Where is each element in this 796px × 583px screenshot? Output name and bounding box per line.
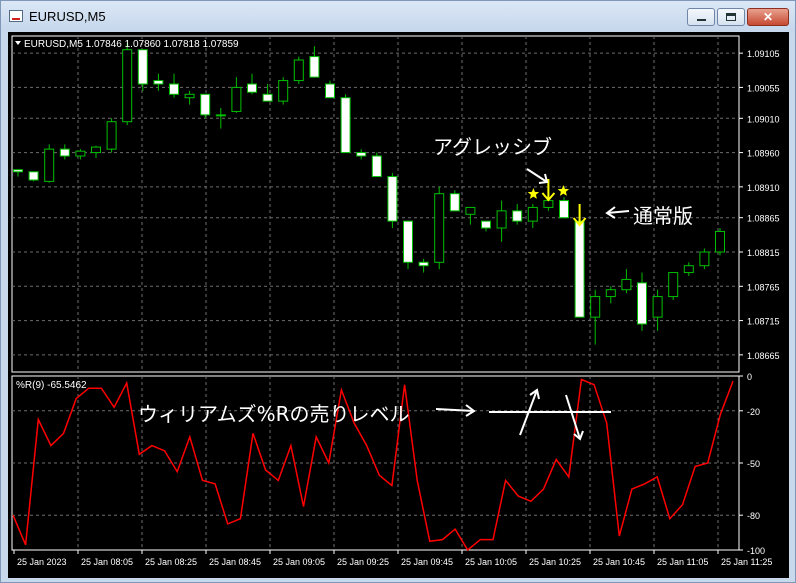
candle-body bbox=[247, 83, 257, 93]
time-tick-label: 25 Jan 08:25 bbox=[145, 557, 197, 567]
candle-body bbox=[262, 93, 273, 102]
window-title: EURUSD,M5 bbox=[29, 9, 106, 24]
price-tick-label: 1.08910 bbox=[747, 183, 780, 193]
candle-body bbox=[590, 296, 601, 318]
candle-body bbox=[169, 83, 179, 95]
candle-body bbox=[215, 114, 226, 117]
candle-body bbox=[543, 200, 554, 208]
collapse-icon bbox=[15, 41, 21, 45]
indicator-tick-label: -80 bbox=[747, 511, 760, 521]
wr-pointer bbox=[435, 408, 475, 412]
candle-body bbox=[481, 220, 491, 229]
candle-body bbox=[325, 83, 335, 99]
candle-body bbox=[621, 278, 632, 291]
candle-body bbox=[512, 210, 523, 222]
indicator-label: %R(9) -65.5462 bbox=[16, 380, 87, 391]
candle-body bbox=[652, 296, 663, 318]
price-panel-frame bbox=[11, 35, 740, 373]
candle-body bbox=[59, 148, 70, 157]
chart-area[interactable]: 1.09105 1.09055 1.09010 1.08960 1.08910 1.088… bbox=[8, 32, 789, 578]
maximize-icon bbox=[726, 13, 736, 21]
candle-body bbox=[137, 49, 148, 85]
candle-body bbox=[637, 282, 647, 325]
time-tick-label: 25 Jan 11:25 bbox=[721, 557, 772, 567]
time-tick-label: 25 Jan 10:45 bbox=[593, 557, 645, 567]
indicator-tick-label: -50 bbox=[747, 459, 760, 469]
candle-body bbox=[434, 193, 445, 263]
candle-body bbox=[75, 150, 86, 157]
indicator-tick-label: -20 bbox=[747, 407, 760, 417]
title-bar[interactable]: EURUSD,M5 ✕ bbox=[1, 1, 795, 31]
candle-body bbox=[465, 206, 476, 215]
maximize-button[interactable] bbox=[717, 8, 745, 26]
price-tick-label: 1.08960 bbox=[747, 149, 780, 159]
candle-body bbox=[418, 261, 429, 267]
candle-body bbox=[106, 121, 117, 150]
chart-icon bbox=[9, 10, 23, 22]
minimize-button[interactable] bbox=[687, 8, 715, 26]
candle-body bbox=[387, 176, 398, 222]
williams-r-level-annotation: ウィリアムズ%Rの売りレベル bbox=[138, 402, 410, 426]
price-tick-label: 1.08665 bbox=[747, 351, 780, 361]
candles-layer bbox=[13, 42, 725, 345]
price-tick-label: 1.09010 bbox=[747, 114, 780, 124]
candle-body bbox=[293, 59, 304, 82]
close-icon: ✕ bbox=[762, 10, 774, 24]
minimize-icon bbox=[697, 19, 706, 21]
price-tick-label: 1.09055 bbox=[747, 83, 780, 93]
candle-body bbox=[605, 289, 616, 298]
candle-body bbox=[699, 251, 710, 267]
candle-body bbox=[340, 97, 351, 154]
price-chart-label: EURUSD,M5 1.07846 1.07860 1.07818 1.0785… bbox=[24, 39, 239, 50]
candle-body bbox=[449, 193, 460, 212]
price-tick-label: 1.08715 bbox=[747, 317, 780, 327]
aggressive-pointer bbox=[526, 168, 548, 183]
candle-body bbox=[231, 86, 242, 112]
candle-body bbox=[356, 152, 367, 157]
time-tick-label: 25 Jan 09:45 bbox=[401, 557, 453, 567]
candle-body bbox=[683, 265, 694, 274]
candle-body bbox=[403, 220, 413, 263]
time-tick-label: 25 Jan 2023 bbox=[17, 557, 67, 567]
candle-body bbox=[527, 206, 538, 222]
grid-layer bbox=[11, 35, 740, 551]
aggressive-annotation: アグレッシブ bbox=[433, 135, 552, 159]
time-tick-label: 25 Jan 11:05 bbox=[657, 557, 708, 567]
candle-body bbox=[44, 148, 55, 182]
candle-body bbox=[309, 56, 320, 78]
indicator-tick-label: 0 bbox=[747, 372, 752, 382]
aggressive-star-left bbox=[527, 188, 540, 199]
terminal-window: EURUSD,M5 ✕ 1.09105 1.09055 1.09010 1.08960… bbox=[0, 0, 796, 583]
candle-body bbox=[574, 220, 585, 318]
candle-body bbox=[91, 146, 101, 154]
close-button[interactable]: ✕ bbox=[747, 8, 789, 26]
candle-body bbox=[559, 200, 569, 219]
candle-body bbox=[200, 93, 211, 116]
normal-annotation: 通常版 bbox=[633, 204, 693, 228]
axis-layer: 1.09105 1.09055 1.09010 1.08960 1.08910 1.088… bbox=[13, 49, 780, 567]
candle-body bbox=[28, 171, 39, 181]
candle-body bbox=[715, 230, 725, 253]
candle-body bbox=[13, 169, 23, 173]
chart-canvas[interactable]: 1.09105 1.09055 1.09010 1.08960 1.08910 1.088… bbox=[8, 32, 789, 578]
annotation-layer bbox=[15, 41, 630, 441]
price-tick-label: 1.09105 bbox=[747, 49, 780, 59]
price-tick-label: 1.08815 bbox=[747, 248, 780, 258]
candle-body bbox=[122, 49, 133, 123]
time-tick-label: 25 Jan 08:05 bbox=[81, 557, 133, 567]
candle-body bbox=[668, 272, 679, 298]
candle-body bbox=[371, 155, 382, 178]
candle-body bbox=[184, 93, 195, 99]
price-tick-label: 1.08865 bbox=[747, 214, 780, 224]
candle-body bbox=[496, 210, 507, 229]
time-tick-label: 25 Jan 10:05 bbox=[465, 557, 517, 567]
time-tick-label: 25 Jan 09:25 bbox=[337, 557, 389, 567]
candle-body bbox=[278, 80, 289, 102]
candle-body bbox=[153, 80, 164, 85]
time-tick-label: 25 Jan 08:45 bbox=[209, 557, 261, 567]
time-tick-label: 25 Jan 09:05 bbox=[273, 557, 325, 567]
price-tick-label: 1.08765 bbox=[747, 282, 780, 292]
time-tick-label: 25 Jan 10:25 bbox=[529, 557, 581, 567]
indicator-tick-label: -100 bbox=[747, 546, 765, 556]
